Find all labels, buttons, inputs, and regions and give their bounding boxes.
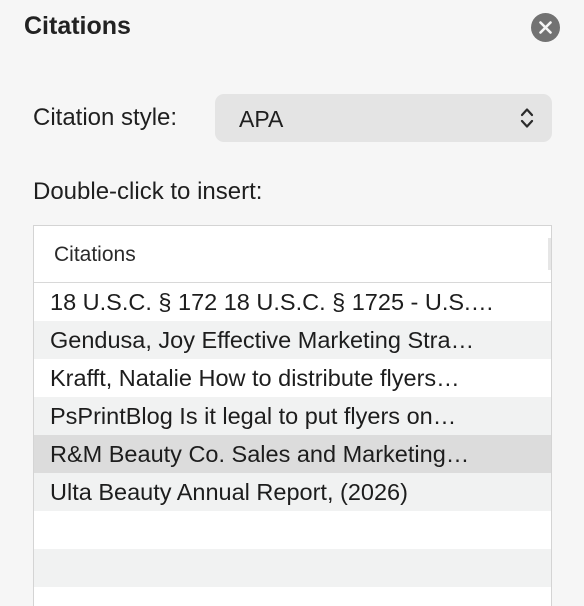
empty-row	[34, 549, 551, 587]
list-header[interactable]: Citations	[34, 226, 551, 283]
list-item[interactable]: Gendusa, Joy Effective Marketing Stra…	[34, 321, 551, 359]
citations-panel: Citations Citation style: APA Double-cli…	[0, 0, 584, 606]
list-item[interactable]: Ulta Beauty Annual Report, (2026)	[34, 473, 551, 511]
empty-row	[34, 587, 551, 606]
panel-title: Citations	[24, 12, 131, 40]
column-resize-handle[interactable]	[548, 238, 551, 270]
list-item[interactable]: PsPrintBlog Is it legal to put flyers on…	[34, 397, 551, 435]
citation-style-label: Citation style:	[33, 104, 178, 131]
chevron-up-down-icon	[520, 108, 534, 128]
column-header-citations: Citations	[54, 243, 136, 266]
close-button[interactable]	[531, 13, 560, 42]
list-item[interactable]: Krafft, Natalie How to distribute flyers…	[34, 359, 551, 397]
insert-instruction: Double-click to insert:	[33, 178, 263, 205]
list-item-selected[interactable]: R&M Beauty Co. Sales and Marketing…	[34, 435, 551, 473]
close-icon	[539, 21, 552, 34]
citation-style-select[interactable]: APA	[215, 94, 552, 142]
list-item[interactable]: 18 U.S.C. § 172 18 U.S.C. § 1725 - U.S.…	[34, 283, 551, 321]
citations-list[interactable]: Citations 18 U.S.C. § 172 18 U.S.C. § 17…	[33, 225, 552, 606]
citation-style-value: APA	[239, 106, 284, 132]
empty-row	[34, 511, 551, 549]
